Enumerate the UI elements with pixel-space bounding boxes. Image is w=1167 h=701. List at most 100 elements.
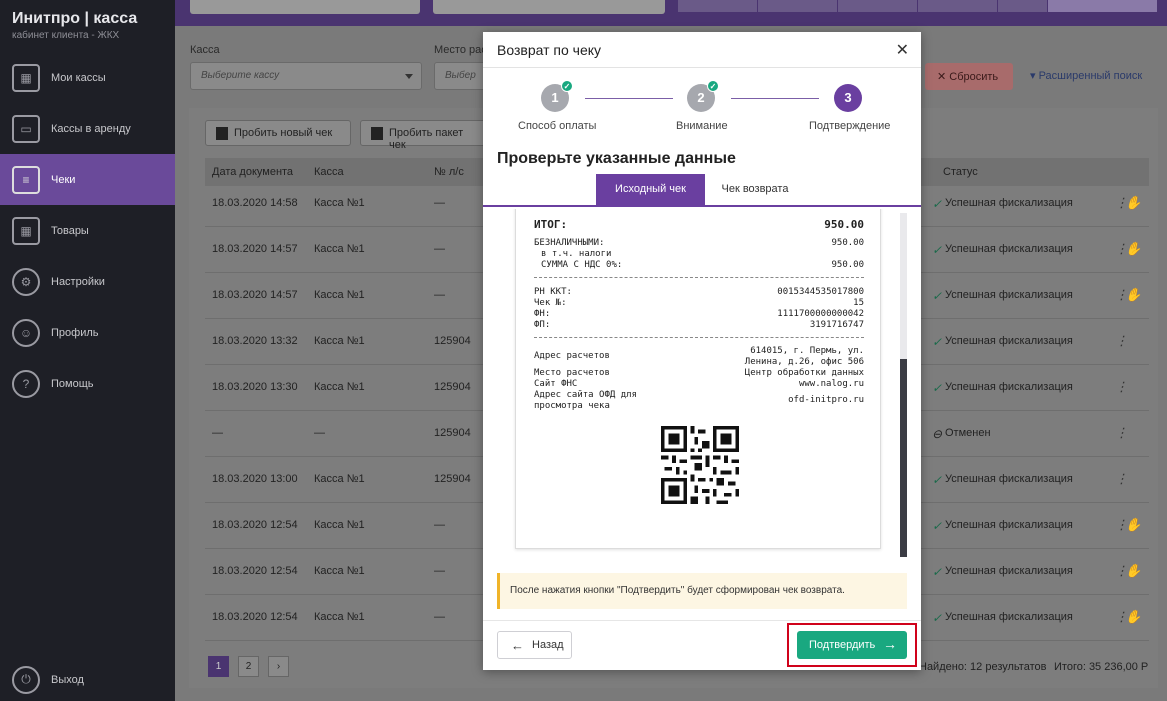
cell-kassa: Касса №1 [314,197,365,209]
cell-status: Отменен [945,427,991,439]
advanced-search-link[interactable]: ▾ Расширенный поиск [1030,69,1142,82]
back-button[interactable]: ← Назад [497,631,572,659]
batch-check-button[interactable]: Пробить пакет чек [360,120,490,151]
cell-ls: 125904 [434,335,471,347]
receipt-scroll-area[interactable]: ИТОГ: 950.00 БЕЗНАЛИЧНЫМИ: 950.00 в т.ч.… [483,209,921,561]
cell-kassa: Касса №1 [314,473,365,485]
more-options-icon[interactable]: ⋮ [1115,471,1128,487]
sidebar-item-profile[interactable]: ☺ Профиль [0,307,175,358]
user-icon: ☺ [12,318,40,347]
cell-status: Успешная фискализация [945,289,1073,301]
cell-date: — [212,427,223,439]
sidebar-item-settings[interactable]: ⚙ Настройки [0,256,175,307]
sidebar-item-checks[interactable]: ≡ Чеки [0,154,175,205]
hand-icon[interactable]: ✋ [1125,517,1141,533]
receipt-taxes-label: в т.ч. налоги [541,249,612,259]
date-from-input[interactable] [190,0,420,14]
date-to-input[interactable] [433,0,665,14]
page-1-button[interactable]: 1 [208,656,229,677]
cell-ls: — [434,565,445,577]
sidebar-item-rent-registers[interactable]: ▭ Кассы в аренду [0,103,175,154]
sidebar-item-logout[interactable]: ⏻ Выход [0,654,175,701]
hand-icon[interactable]: ✋ [1125,241,1141,257]
arrow-left-icon: ← [511,638,524,653]
receipt-address-label: Адрес расчетов [534,351,610,361]
receipt-rn-value: 0015344535017800 [777,287,864,297]
sidebar-item-goods[interactable]: ▦ Товары [0,205,175,256]
top-filter-bar [175,0,1167,26]
confirm-highlight-frame: Подтвердить → [787,623,917,667]
modal-footer: ← Назад Подтвердить → [483,620,921,670]
hand-icon[interactable]: ✋ [1125,563,1141,579]
period-tab[interactable] [998,0,1048,12]
step-2-label: Внимание [676,120,728,132]
check-icon: ✓ [561,80,573,92]
column-header-date[interactable]: Дата документа [212,166,293,178]
receipt-total-label: ИТОГ: [534,218,568,231]
receipt-icon: ≡ [12,165,40,194]
new-check-button[interactable]: Пробить новый чек [205,120,351,146]
period-tab[interactable] [838,0,918,12]
hand-icon[interactable]: ✋ [1125,609,1141,625]
column-header-status[interactable]: Статус [943,166,978,178]
www-monitor-icon: ▭ [12,114,40,143]
cell-kassa: Касса №1 [314,565,365,577]
cell-date: 18.03.2020 13:30 [212,381,298,393]
check-icon: ✓ [932,335,943,349]
confirm-button[interactable]: Подтвердить → [797,631,907,659]
receipt-address-value-2: Ленина, д.26, офис 506 [744,357,864,367]
question-icon: ? [12,369,40,398]
sidebar-item-label: Кассы в аренду [51,122,131,135]
tab-refund-check[interactable]: Чек возврата [705,174,805,205]
page-2-button[interactable]: 2 [238,656,259,677]
column-header-ls[interactable]: № л/с [434,166,464,178]
step-connector [585,98,673,99]
qr-code-icon [661,426,739,504]
hand-icon[interactable]: ✋ [1125,287,1141,303]
hand-icon[interactable]: ✋ [1125,195,1141,211]
cell-kassa: Касса №1 [314,519,365,531]
receipt-ofd-label-2: просмотра чека [534,401,610,411]
cell-ls: — [434,289,445,301]
more-options-icon[interactable]: ⋮ [1115,425,1128,441]
cell-status: Успешная фискализация [945,611,1073,623]
period-tab[interactable] [678,0,758,12]
cell-status: Успешная фискализация [945,519,1073,531]
step-number: 3 [844,90,852,105]
receipts-icon [371,127,383,140]
cell-ls: 125904 [434,381,471,393]
cell-kassa: Касса №1 [314,289,365,301]
next-page-button[interactable]: › [268,656,289,677]
period-tab[interactable] [1048,0,1158,12]
scrollbar-thumb[interactable] [900,359,907,557]
sidebar-item-help[interactable]: ? Помощь [0,358,175,409]
column-header-kassa[interactable]: Касса [314,166,344,178]
sidebar: Инитпро | касса кабинет клиента - ЖКХ ▦ … [0,0,175,701]
tab-original-check[interactable]: Исходный чек [596,174,705,205]
cell-status: Успешная фискализация [945,565,1073,577]
receipt-fns-label: Сайт ФНС [534,379,578,389]
place-select-placeholder: Выбер [445,70,476,81]
receipt-fp-label: ФП: [534,320,551,330]
more-options-icon[interactable]: ⋮ [1115,379,1128,395]
check-icon: ✓ [932,289,943,303]
step-3-label: Подтверждение [809,120,891,132]
period-tab[interactable] [758,0,838,12]
receipt-fns-value: www.nalog.ru [798,379,864,389]
stepper: 1 ✓ 2 ✓ 3 Способ оплаты Внимание Подтвер… [483,68,921,140]
cell-kassa: Касса №1 [314,381,365,393]
period-tab[interactable] [918,0,998,12]
more-options-icon[interactable]: ⋮ [1115,333,1128,349]
brand: Инитпро | касса кабинет клиента - ЖКХ [0,0,175,60]
check-icon: ✓ [932,381,943,395]
power-icon: ⏻ [12,665,40,694]
kassa-filter-label: Касса [190,44,220,56]
kassa-select[interactable]: Выберите кассу [190,62,422,90]
cell-date: 18.03.2020 14:58 [212,197,298,209]
sidebar-item-my-registers[interactable]: ▦ Мои кассы [0,52,175,103]
reset-button[interactable]: ✕ Сбросить [925,63,1013,90]
close-icon[interactable]: ✕ [896,40,909,60]
cell-date: 18.03.2020 12:54 [212,519,298,531]
back-button-label: Назад [532,639,564,651]
confirm-button-label: Подтвердить [809,639,876,651]
